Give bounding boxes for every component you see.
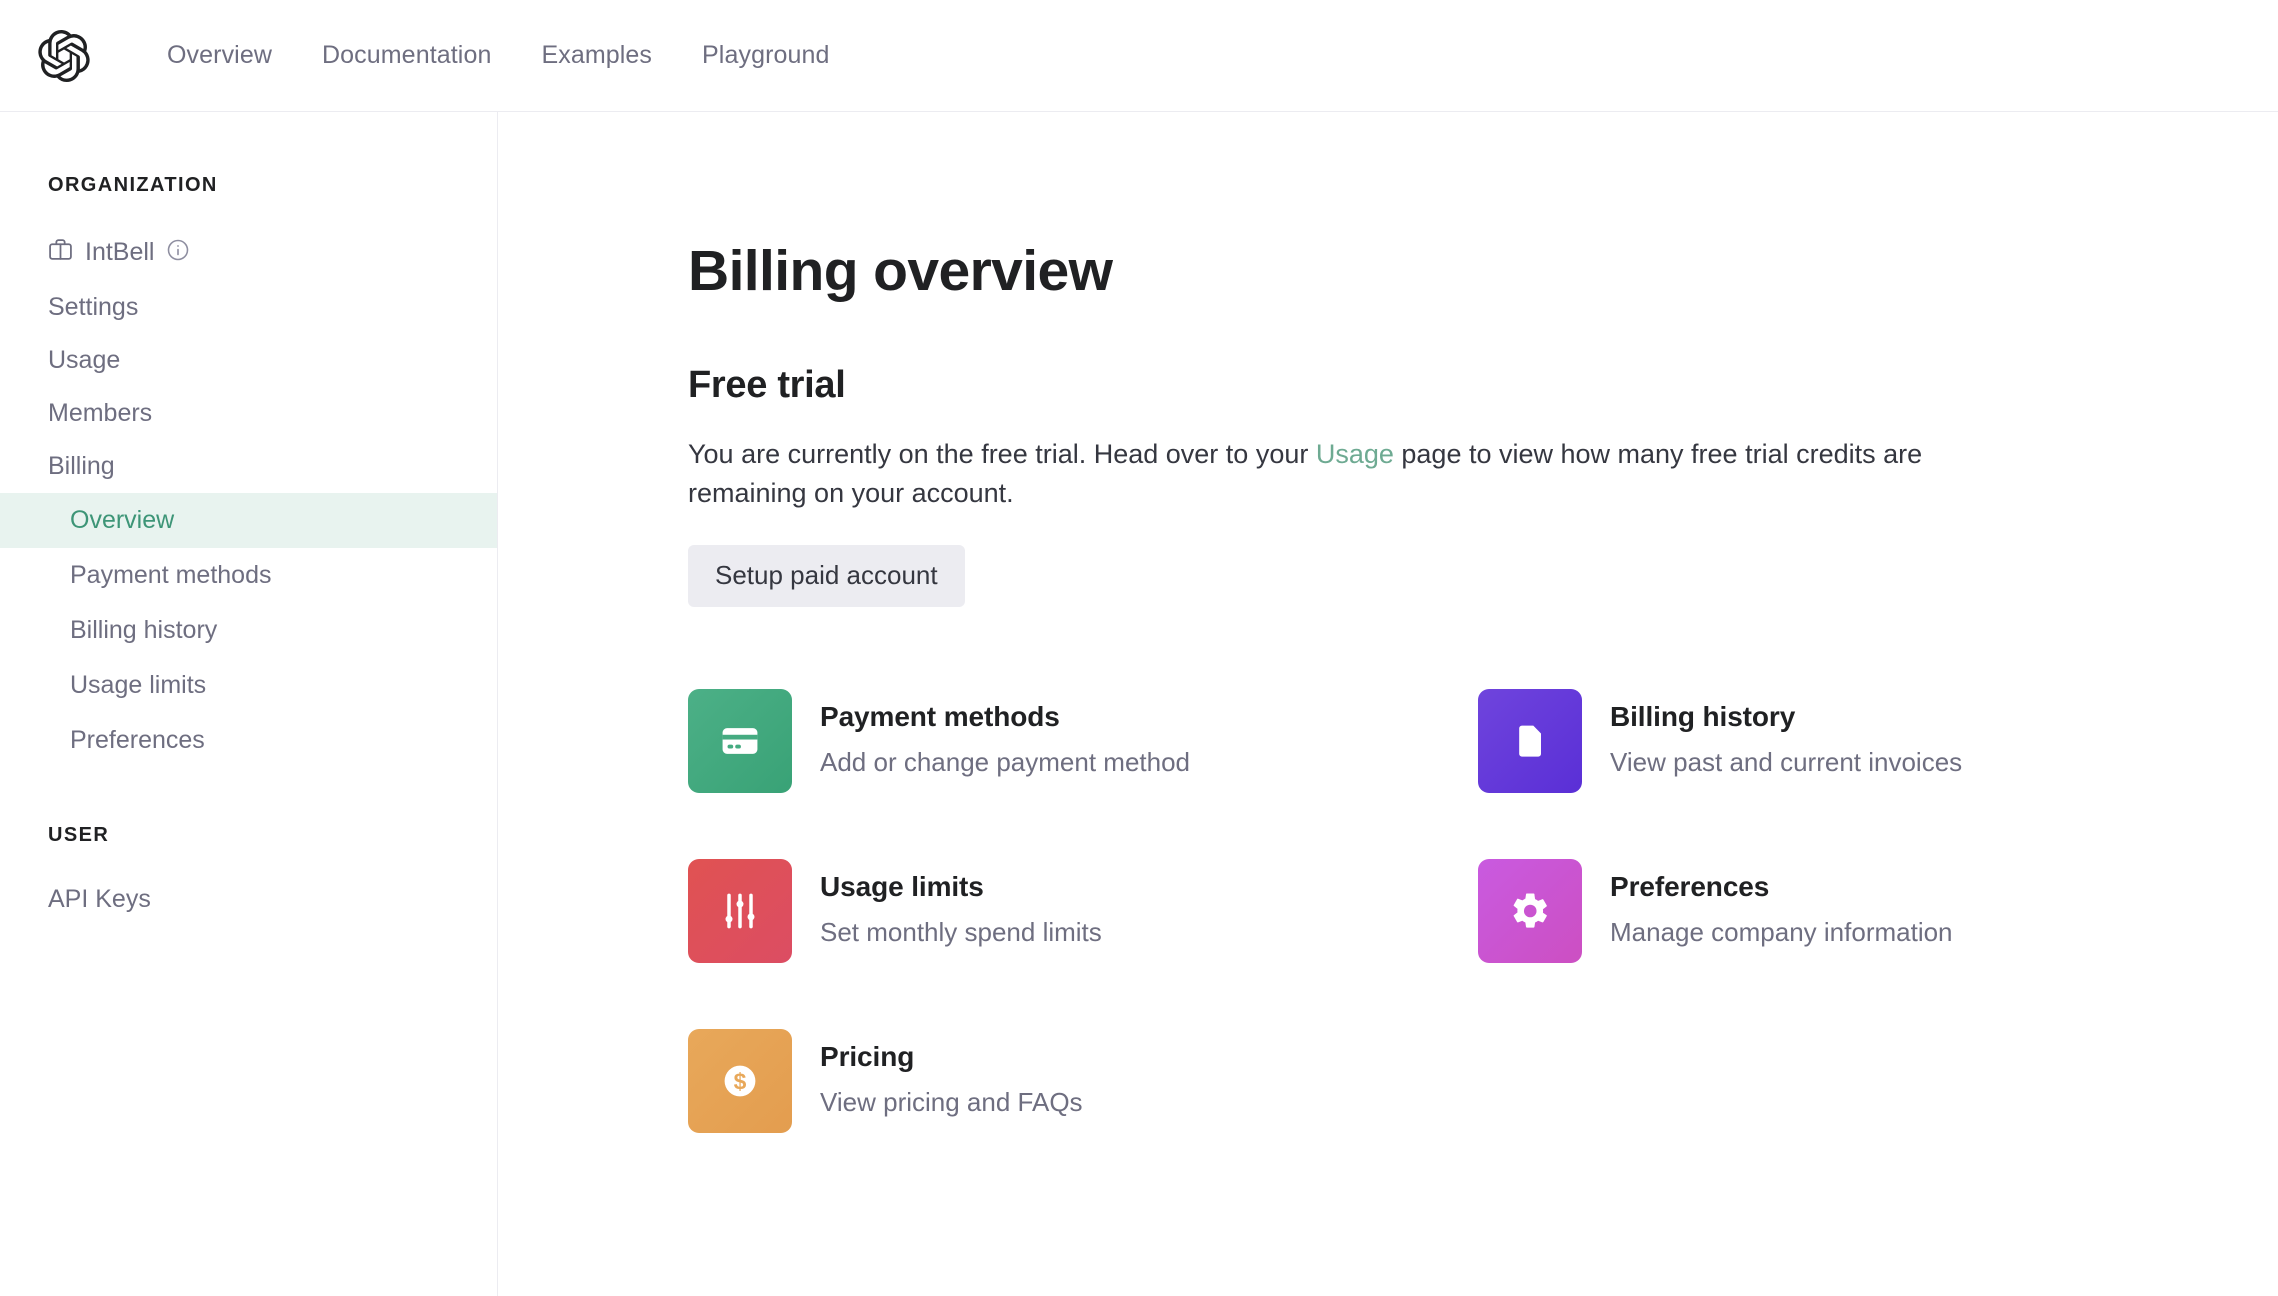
sidebar-item-members[interactable]: Members <box>0 387 497 440</box>
card-text-billing-history: Billing history View past and current in… <box>1610 689 1962 778</box>
sidebar-section-user-label: USER <box>48 824 110 846</box>
top-nav-links: Overview Documentation Examples Playgrou… <box>142 33 855 78</box>
sidebar-item-usage[interactable]: Usage <box>0 334 497 387</box>
card-desc-billing-history: View past and current invoices <box>1610 746 1963 777</box>
top-navigation-bar: Overview Documentation Examples Playgrou… <box>0 0 2278 112</box>
card-icon-usage-limits <box>688 859 792 964</box>
sliders-icon <box>725 893 755 929</box>
card-title-billing-history: Billing history <box>1610 701 1796 733</box>
usage-link[interactable]: Usage <box>1316 439 1394 469</box>
sidebar-item-billing-history[interactable]: Billing history <box>0 603 497 658</box>
sidebar-item-preferences[interactable]: Preferences <box>0 713 497 768</box>
sidebar-item-billing[interactable]: Billing <box>0 440 497 493</box>
card-text-usage-limits: Usage limits Set monthly spend limits <box>820 859 1102 948</box>
sidebar-item-settings[interactable]: Settings <box>0 281 497 334</box>
card-desc-payment-methods: Add or change payment method <box>820 746 1191 777</box>
sidebar-item-organization-name[interactable]: IntBell <box>0 223 497 281</box>
billing-cards-grid: Payment methods Add or change payment me… <box>688 689 2278 1199</box>
sidebar-item-payment-methods[interactable]: Payment methods <box>0 548 497 603</box>
card-text-pricing: Pricing View pricing and FAQs <box>820 1029 1083 1118</box>
card-payment-methods[interactable]: Payment methods Add or change payment me… <box>688 689 1478 859</box>
card-pricing[interactable]: $ Pricing View pricing and FAQs <box>688 1029 1478 1199</box>
sidebar-organization-name-label: IntBell <box>85 237 155 266</box>
free-trial-heading: Free trial <box>688 363 846 406</box>
gear-icon <box>1513 893 1547 928</box>
document-icon <box>1519 725 1541 757</box>
card-title-usage-limits: Usage limits <box>820 871 984 903</box>
nav-link-playground[interactable]: Playground <box>677 33 854 78</box>
card-desc-preferences: Manage company information <box>1610 916 1953 947</box>
free-trial-text-before-link: You are currently on the free trial. Hea… <box>688 438 1316 469</box>
dollar-circle-icon: $ <box>724 1065 756 1097</box>
card-preferences[interactable]: Preferences Manage company information <box>1478 859 2268 1029</box>
card-desc-usage-limits: Set monthly spend limits <box>820 916 1102 947</box>
credit-card-icon <box>722 728 758 754</box>
nav-link-overview[interactable]: Overview <box>142 33 297 78</box>
card-title-preferences: Preferences <box>1610 871 1770 903</box>
main-content: Billing overview Free trial You are curr… <box>498 112 2278 1296</box>
app-root: Overview Documentation Examples Playgrou… <box>0 0 2278 1296</box>
card-title-pricing: Pricing <box>820 1041 915 1073</box>
card-text-payment-methods: Payment methods Add or change payment me… <box>820 689 1190 778</box>
sidebar-section-organization-label: ORGANIZATION <box>48 174 218 196</box>
svg-text:$: $ <box>734 1069 747 1095</box>
info-circle-icon[interactable] <box>166 238 190 267</box>
free-trial-description: You are currently on the free trial. Hea… <box>688 435 1958 513</box>
card-title-payment-methods: Payment methods <box>820 701 1060 733</box>
card-icon-payment-methods <box>688 689 792 794</box>
sidebar-item-billing-overview[interactable]: Overview <box>0 493 497 548</box>
card-billing-history[interactable]: Billing history View past and current in… <box>1478 689 2268 859</box>
sidebar-item-api-keys[interactable]: API Keys <box>0 873 497 926</box>
briefcase-icon <box>48 237 73 267</box>
sidebar: ORGANIZATION IntBell Settings Usage Memb… <box>0 112 498 1296</box>
card-icon-preferences <box>1478 859 1582 964</box>
card-text-preferences: Preferences Manage company information <box>1610 859 1953 948</box>
sidebar-item-usage-limits[interactable]: Usage limits <box>0 658 497 713</box>
page-body: ORGANIZATION IntBell Settings Usage Memb… <box>0 112 2278 1296</box>
card-icon-pricing: $ <box>688 1029 792 1134</box>
page-title: Billing overview <box>688 239 1113 303</box>
nav-link-documentation[interactable]: Documentation <box>297 33 516 78</box>
card-desc-pricing: View pricing and FAQs <box>820 1086 1083 1117</box>
nav-link-examples[interactable]: Examples <box>516 33 677 78</box>
card-icon-billing-history <box>1478 689 1582 794</box>
setup-paid-account-button[interactable]: Setup paid account <box>688 545 965 608</box>
openai-logo-icon[interactable] <box>38 29 90 82</box>
card-usage-limits[interactable]: Usage limits Set monthly spend limits <box>688 859 1478 1029</box>
